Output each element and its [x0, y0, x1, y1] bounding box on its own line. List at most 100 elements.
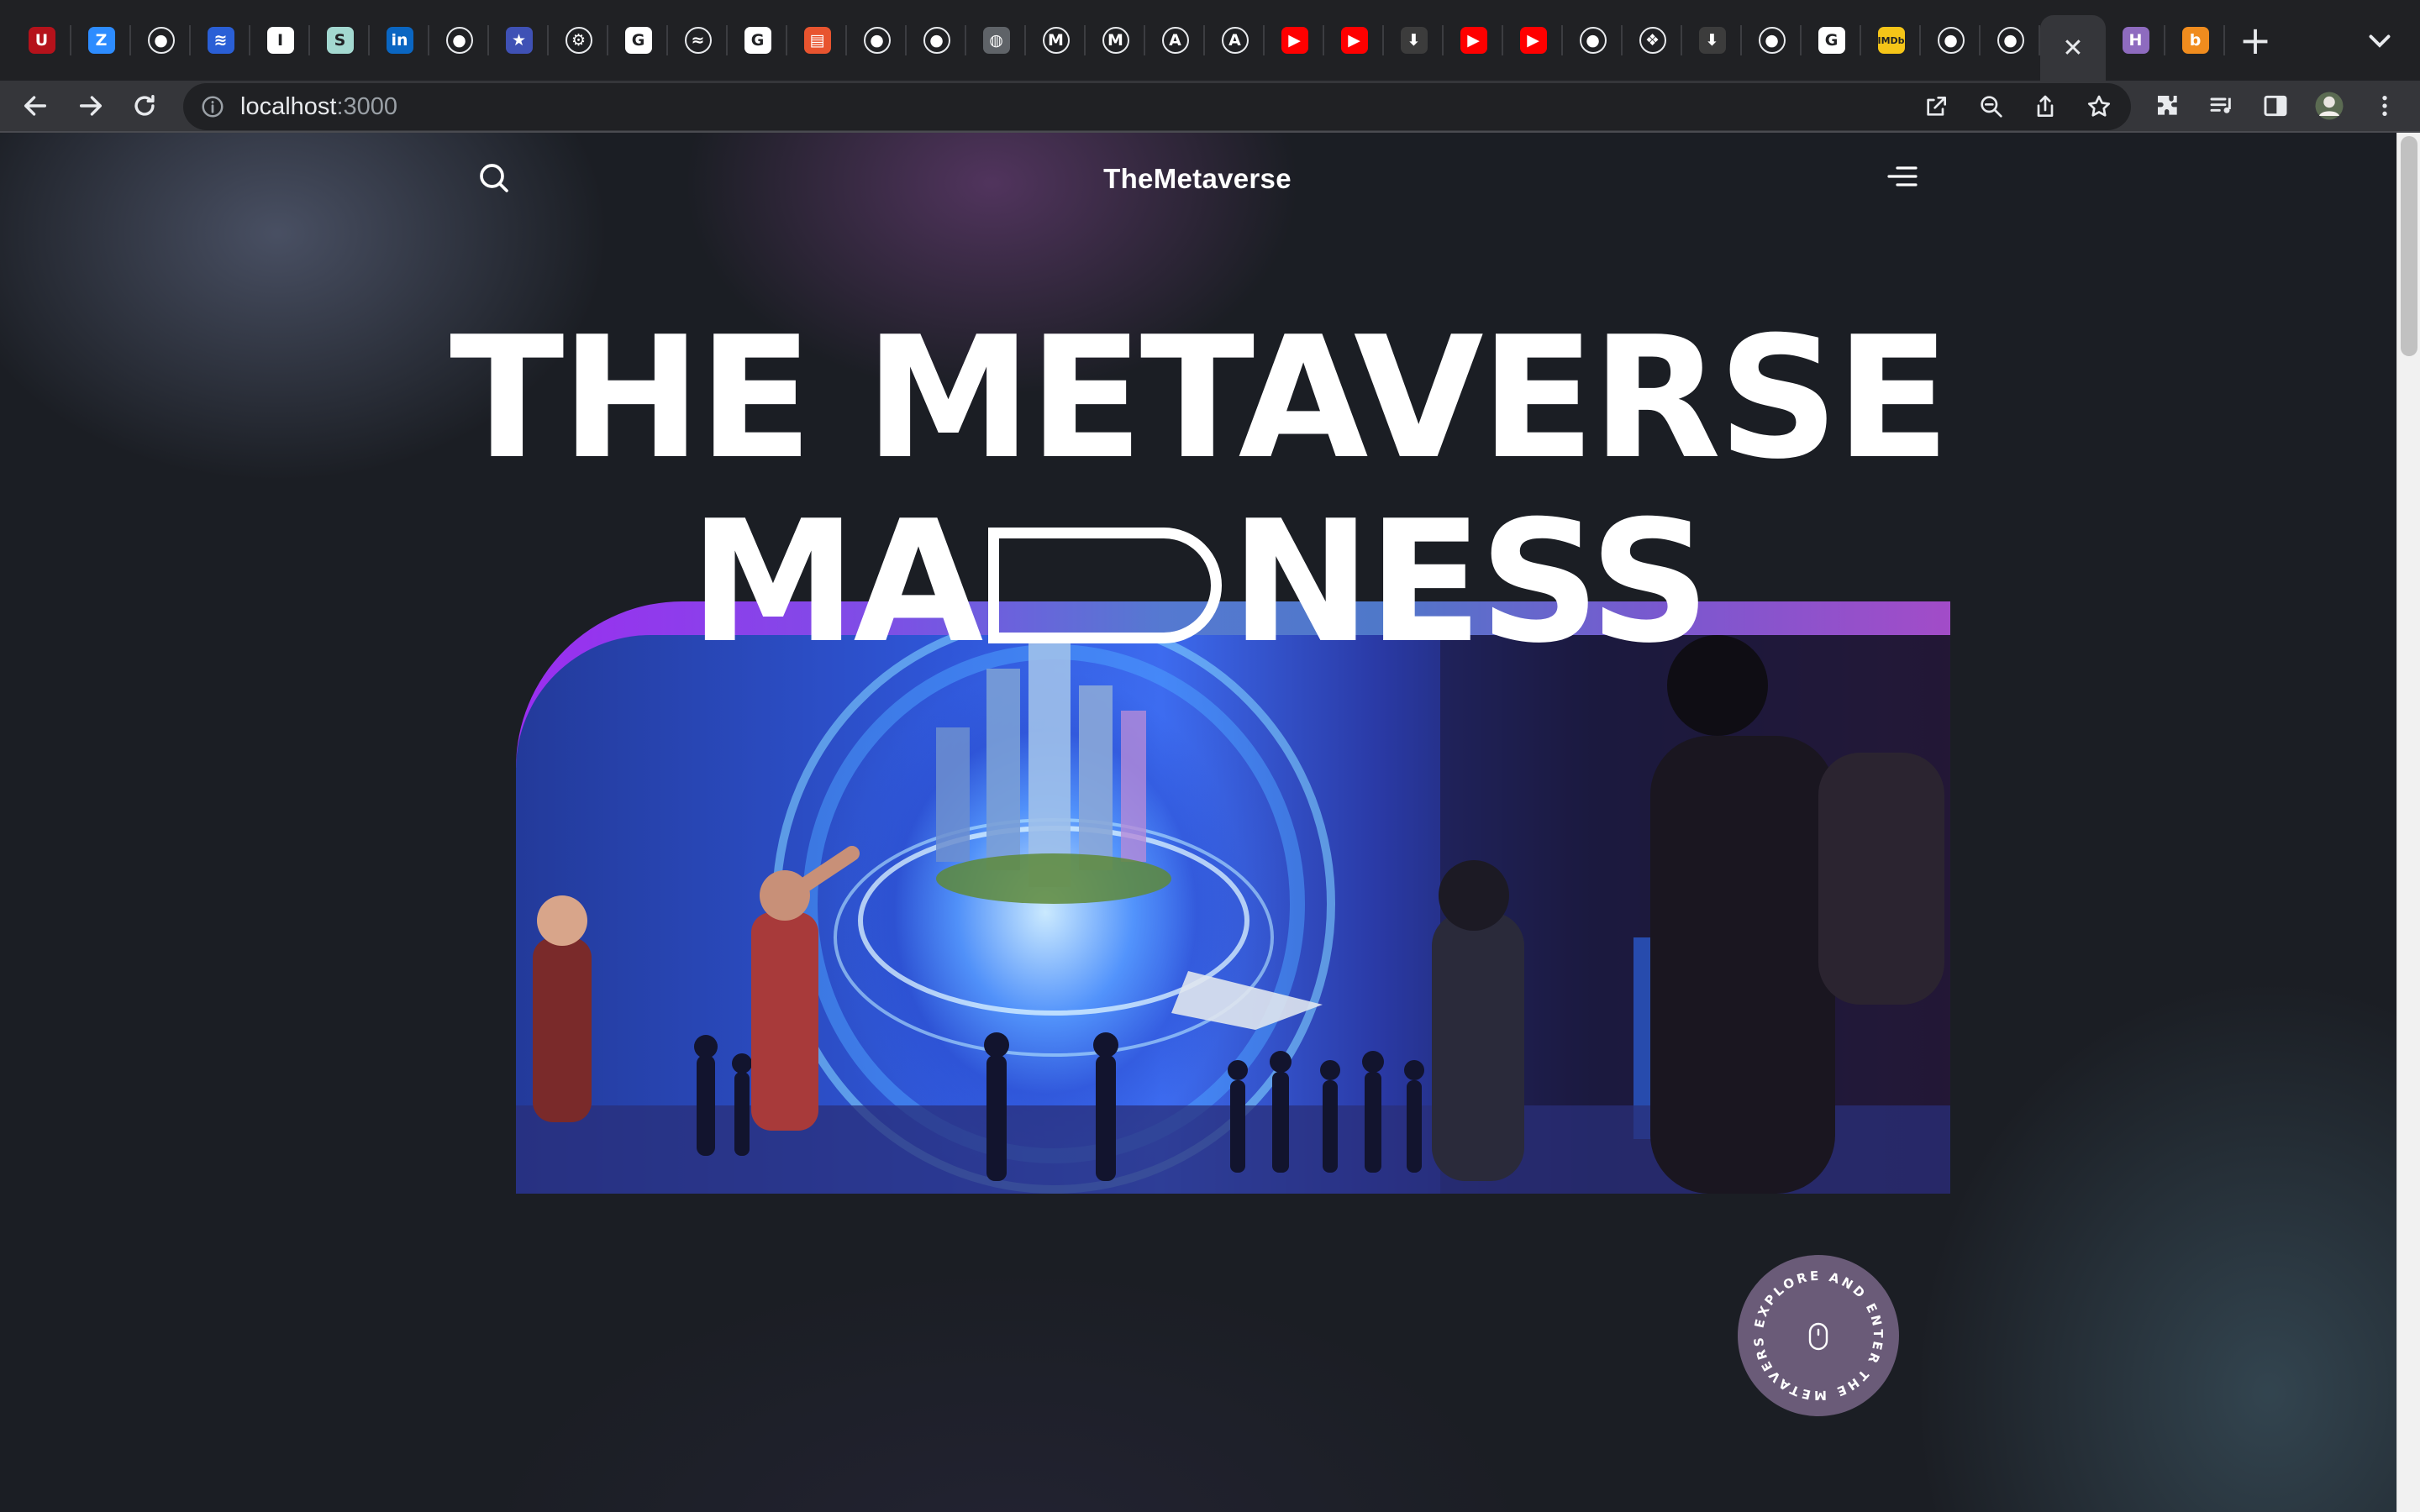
browser-tab[interactable]: ▶: [1503, 0, 1563, 81]
browser-tab[interactable]: A: [1145, 0, 1205, 81]
browser-tab[interactable]: H: [2106, 0, 2165, 81]
browser-tab[interactable]: ≈: [668, 0, 728, 81]
browser-tab[interactable]: G: [1802, 0, 1861, 81]
browser-tab[interactable]: ●: [131, 0, 191, 81]
medium-icon: M: [1102, 27, 1129, 54]
hero-title-line-1: THE METAVERSE: [450, 301, 1950, 496]
url-text[interactable]: localhost:3000: [240, 93, 397, 121]
google-icon: G: [744, 27, 771, 54]
browser-tab[interactable]: ★: [489, 0, 549, 81]
browser-tab-strip: U Z ● ≋ I Sin ● ★ ⚙ G ≈ G ▤ ● ● ◍ M M A A ▶ ▶ ⬇ ▶ ▶ ● ❖ ⬇ ● G IMDb ● ● ✕ H…: [0, 0, 2420, 81]
extensions-icon[interactable]: [2151, 89, 2185, 123]
github-icon: ●: [147, 27, 175, 54]
explore-badge-ring: EXPLORE AND ENTER THE METAVERSE: [1738, 1255, 1883, 1403]
github-icon: ●: [445, 27, 473, 54]
share-icon[interactable]: [2032, 93, 2059, 120]
browser-tab[interactable]: U: [12, 0, 71, 81]
github-icon: ●: [923, 27, 950, 54]
github-icon: ●: [863, 27, 891, 54]
browser-tab[interactable]: ●: [907, 0, 966, 81]
browser-tab[interactable]: Z: [71, 0, 131, 81]
browser-tab[interactable]: ⚙: [549, 0, 608, 81]
utah-icon: U: [28, 27, 55, 54]
browser-tab[interactable]: A: [1205, 0, 1265, 81]
h-icon: H: [2122, 27, 2149, 54]
search-icon[interactable]: [477, 161, 511, 195]
browser-tab[interactable]: ▶: [1265, 0, 1324, 81]
hero-title-part-ma: MA: [689, 485, 984, 680]
browser-tab[interactable]: ⬇: [1384, 0, 1444, 81]
browser-tab[interactable]: b: [2165, 0, 2225, 81]
back-icon[interactable]: [18, 89, 52, 123]
browser-tab[interactable]: G: [728, 0, 787, 81]
browser-tab[interactable]: in: [370, 0, 429, 81]
browser-tab[interactable]: M: [1026, 0, 1086, 81]
browser-tab[interactable]: ●: [1981, 0, 2040, 81]
browser-tab[interactable]: ⬇: [1682, 0, 1742, 81]
browser-tab[interactable]: S: [310, 0, 370, 81]
browser-tab[interactable]: IMDb: [1861, 0, 1921, 81]
hero-title-part-ness: NESS: [1230, 485, 1710, 680]
mouse-icon: [1808, 1322, 1828, 1351]
more-menu-icon[interactable]: [2368, 89, 2402, 123]
imdb-icon: IMDb: [1877, 27, 1905, 54]
tailwind-icon: ≈: [684, 27, 712, 54]
hero-title-line-2: MA NESS: [0, 499, 2396, 667]
browser-tab[interactable]: ●: [847, 0, 907, 81]
browser-tab[interactable]: I: [250, 0, 310, 81]
media-queue-icon[interactable]: [2205, 89, 2238, 123]
address-bar[interactable]: localhost:3000: [183, 83, 2131, 130]
explore-metaverse-badge[interactable]: EXPLORE AND ENTER THE METAVERSE: [1738, 1255, 1899, 1416]
info-icon[interactable]: [200, 94, 225, 119]
a-circle-icon: A: [1221, 27, 1249, 54]
bookmark-star-icon[interactable]: [2086, 93, 2112, 120]
github-icon: ●: [1937, 27, 1965, 54]
profile-avatar[interactable]: [2312, 89, 2346, 123]
github-icon: ●: [1996, 27, 2024, 54]
browser-tab[interactable]: ≋: [191, 0, 250, 81]
metaverse-scene-illustration: [516, 635, 1950, 1194]
globe-icon: ◍: [982, 27, 1010, 54]
browser-tab[interactable]: G: [608, 0, 668, 81]
brand-logo[interactable]: TheMetaverse: [1092, 163, 1302, 195]
medium-icon: M: [1042, 27, 1070, 54]
open-in-icon[interactable]: [1923, 93, 1949, 120]
youtube-icon: ▶: [1281, 27, 1308, 54]
b-icon: b: [2181, 27, 2209, 54]
page-scrollbar[interactable]: [2396, 133, 2420, 1512]
browser-toolbar: localhost:3000: [0, 81, 2420, 133]
youtube-icon: ▶: [1340, 27, 1368, 54]
zoom-out-icon[interactable]: [1978, 93, 2005, 120]
browser-tab[interactable]: ●: [1563, 0, 1623, 81]
metaverse-hero-image: [516, 635, 1950, 1194]
browser-tab[interactable]: ▶: [1324, 0, 1384, 81]
zoom-icon: Z: [87, 27, 115, 54]
download-icon: ⬇: [1698, 27, 1726, 54]
figma-icon: ❖: [1639, 27, 1666, 54]
browser-tab[interactable]: ●: [429, 0, 489, 81]
browser-tab[interactable]: ▶: [1444, 0, 1503, 81]
browser-tab[interactable]: ▤: [787, 0, 847, 81]
a-circle-icon: A: [1161, 27, 1189, 54]
github-icon: ●: [1758, 27, 1786, 54]
browser-tab[interactable]: ◍: [966, 0, 1026, 81]
download-icon: ⬇: [1400, 27, 1428, 54]
new-tab-button[interactable]: +: [2225, 0, 2286, 81]
browser-tab[interactable]: ❖: [1623, 0, 1682, 81]
github-icon: ●: [1579, 27, 1607, 54]
s-icon: S: [326, 27, 354, 54]
browser-tab[interactable]: M: [1086, 0, 1145, 81]
reload-icon[interactable]: [128, 89, 161, 123]
forward-icon[interactable]: [74, 89, 108, 123]
chevron-down-icon[interactable]: [2365, 25, 2395, 55]
doc-icon: I: [266, 27, 294, 54]
cloud-icon: ≋: [207, 27, 234, 54]
menu-icon[interactable]: [1886, 163, 1919, 190]
close-icon[interactable]: ✕: [2060, 34, 2086, 63]
side-panel-icon[interactable]: [2259, 89, 2292, 123]
browser-tab[interactable]: ●: [1742, 0, 1802, 81]
browser-tab[interactable]: ●: [1921, 0, 1981, 81]
scrollbar-thumb[interactable]: [2401, 136, 2417, 356]
trello-icon: ▤: [803, 27, 831, 54]
browser-tab[interactable]: ✕: [2040, 15, 2106, 81]
